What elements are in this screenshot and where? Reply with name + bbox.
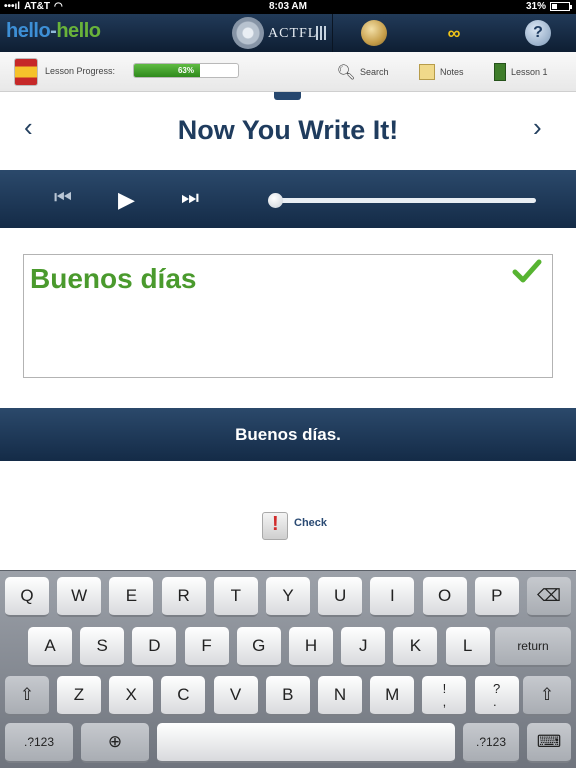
key-l[interactable]: L — [445, 627, 490, 667]
actfl-label: ACTFL — [268, 26, 318, 41]
key-d[interactable]: D — [132, 627, 177, 667]
key-m[interactable]: M — [370, 676, 415, 716]
hello-hello-logo[interactable]: hello-hello — [6, 20, 101, 43]
battery-icon — [550, 2, 572, 11]
globe-icon[interactable] — [361, 20, 387, 46]
scrubber-knob[interactable] — [268, 193, 283, 208]
check-button[interactable]: ! Check — [262, 512, 327, 540]
page-title: Now You Write It! — [177, 115, 399, 145]
actfl-column-icon — [316, 26, 326, 40]
shift-key-right[interactable]: ⇧ — [523, 676, 571, 716]
key-e[interactable]: E — [109, 577, 154, 617]
key-z[interactable]: Z — [57, 676, 101, 716]
key-p[interactable]: P — [474, 577, 519, 617]
gear-icon[interactable] — [232, 17, 264, 49]
notes-button[interactable]: Notes — [419, 60, 464, 84]
key-f[interactable]: F — [184, 627, 229, 667]
key-h[interactable]: H — [289, 627, 333, 667]
key-q[interactable]: Q — [5, 577, 49, 617]
lesson-progress-bar: 63% — [133, 63, 239, 78]
answer-text: Buenos días — [30, 263, 197, 294]
search-icon: 🔍︎ — [336, 64, 356, 81]
help-icon[interactable]: ? — [525, 20, 551, 46]
key-o[interactable]: O — [422, 577, 467, 617]
lesson-progress-label: Lesson Progress: — [45, 66, 116, 76]
book-icon — [494, 63, 506, 81]
hide-keyboard-key[interactable]: ⌨ — [527, 723, 571, 763]
notes-label: Notes — [440, 67, 464, 77]
key-exclaim-comma[interactable]: ! , — [422, 676, 467, 716]
lesson-toolbar: Lesson Progress: 63% 🔍︎ Search Notes Les… — [0, 52, 576, 92]
lesson-button[interactable]: Lesson 1 — [494, 60, 548, 84]
key-question-period[interactable]: ? . — [474, 676, 519, 716]
progress-percent: 63% — [177, 66, 194, 75]
app-header: hello-hello ACTFL ∞ ? — [0, 14, 576, 52]
status-bar: •••ıl AT&T ◠ 8:03 AM 31% — [0, 0, 576, 14]
drawer-handle[interactable] — [274, 92, 301, 100]
key-b[interactable]: B — [265, 676, 310, 716]
numbers-key-left[interactable]: .?123 — [5, 723, 73, 763]
key-u[interactable]: U — [318, 577, 363, 617]
translation-bar: Buenos días. — [0, 408, 576, 461]
check-pencil-icon: ! — [262, 512, 288, 540]
return-key[interactable]: return — [495, 627, 571, 667]
key-w[interactable]: W — [57, 577, 102, 617]
key-t[interactable]: T — [213, 577, 258, 617]
key-j[interactable]: J — [341, 627, 386, 667]
answer-input[interactable]: Buenos días — [23, 254, 553, 378]
notes-icon — [419, 64, 435, 80]
fast-forward-icon[interactable]: ⏭ — [181, 187, 199, 210]
numbers-key-right[interactable]: .?123 — [463, 723, 519, 763]
key-g[interactable]: G — [236, 627, 281, 667]
key-c[interactable]: C — [161, 676, 206, 716]
audio-player: ⏮ ▶ ⏭ — [0, 170, 576, 228]
key-k[interactable]: K — [393, 627, 438, 667]
key-i[interactable]: I — [370, 577, 415, 617]
glasses-icon[interactable]: ∞ — [441, 20, 467, 46]
search-button[interactable]: 🔍︎ Search — [336, 60, 389, 84]
header-divider — [332, 14, 333, 52]
lesson-label: Lesson 1 — [511, 67, 548, 77]
play-icon[interactable]: ▶ — [118, 187, 135, 213]
key-s[interactable]: S — [80, 627, 125, 667]
key-v[interactable]: V — [213, 676, 258, 716]
search-label: Search — [360, 67, 389, 77]
spanish-flag-icon[interactable] — [14, 58, 38, 86]
backspace-key[interactable]: ⌫ — [527, 577, 571, 617]
clock: 8:03 AM — [269, 1, 307, 12]
audio-scrubber[interactable] — [276, 198, 536, 203]
on-screen-keyboard: Q W E R T Y U I O P ⌫ A S D F G H J K Lreturn ⇧ Z X C V B N M! ,? .… — [0, 570, 576, 768]
globe-key[interactable]: ⊕ — [81, 723, 149, 763]
key-r[interactable]: R — [161, 577, 206, 617]
shift-key-left[interactable]: ⇧ — [5, 676, 49, 716]
key-x[interactable]: X — [109, 676, 154, 716]
correct-checkmark-icon — [512, 259, 542, 283]
key-n[interactable]: N — [318, 676, 362, 716]
next-arrow-icon[interactable]: › — [533, 112, 542, 143]
battery-percent: 31% — [525, 1, 546, 12]
key-a[interactable]: A — [28, 627, 72, 667]
key-y[interactable]: Y — [266, 577, 310, 617]
translation-text: Buenos días. — [235, 425, 341, 444]
space-bar[interactable] — [157, 723, 455, 763]
check-label: Check — [294, 517, 328, 529]
rewind-icon[interactable]: ⏮ — [54, 187, 72, 210]
